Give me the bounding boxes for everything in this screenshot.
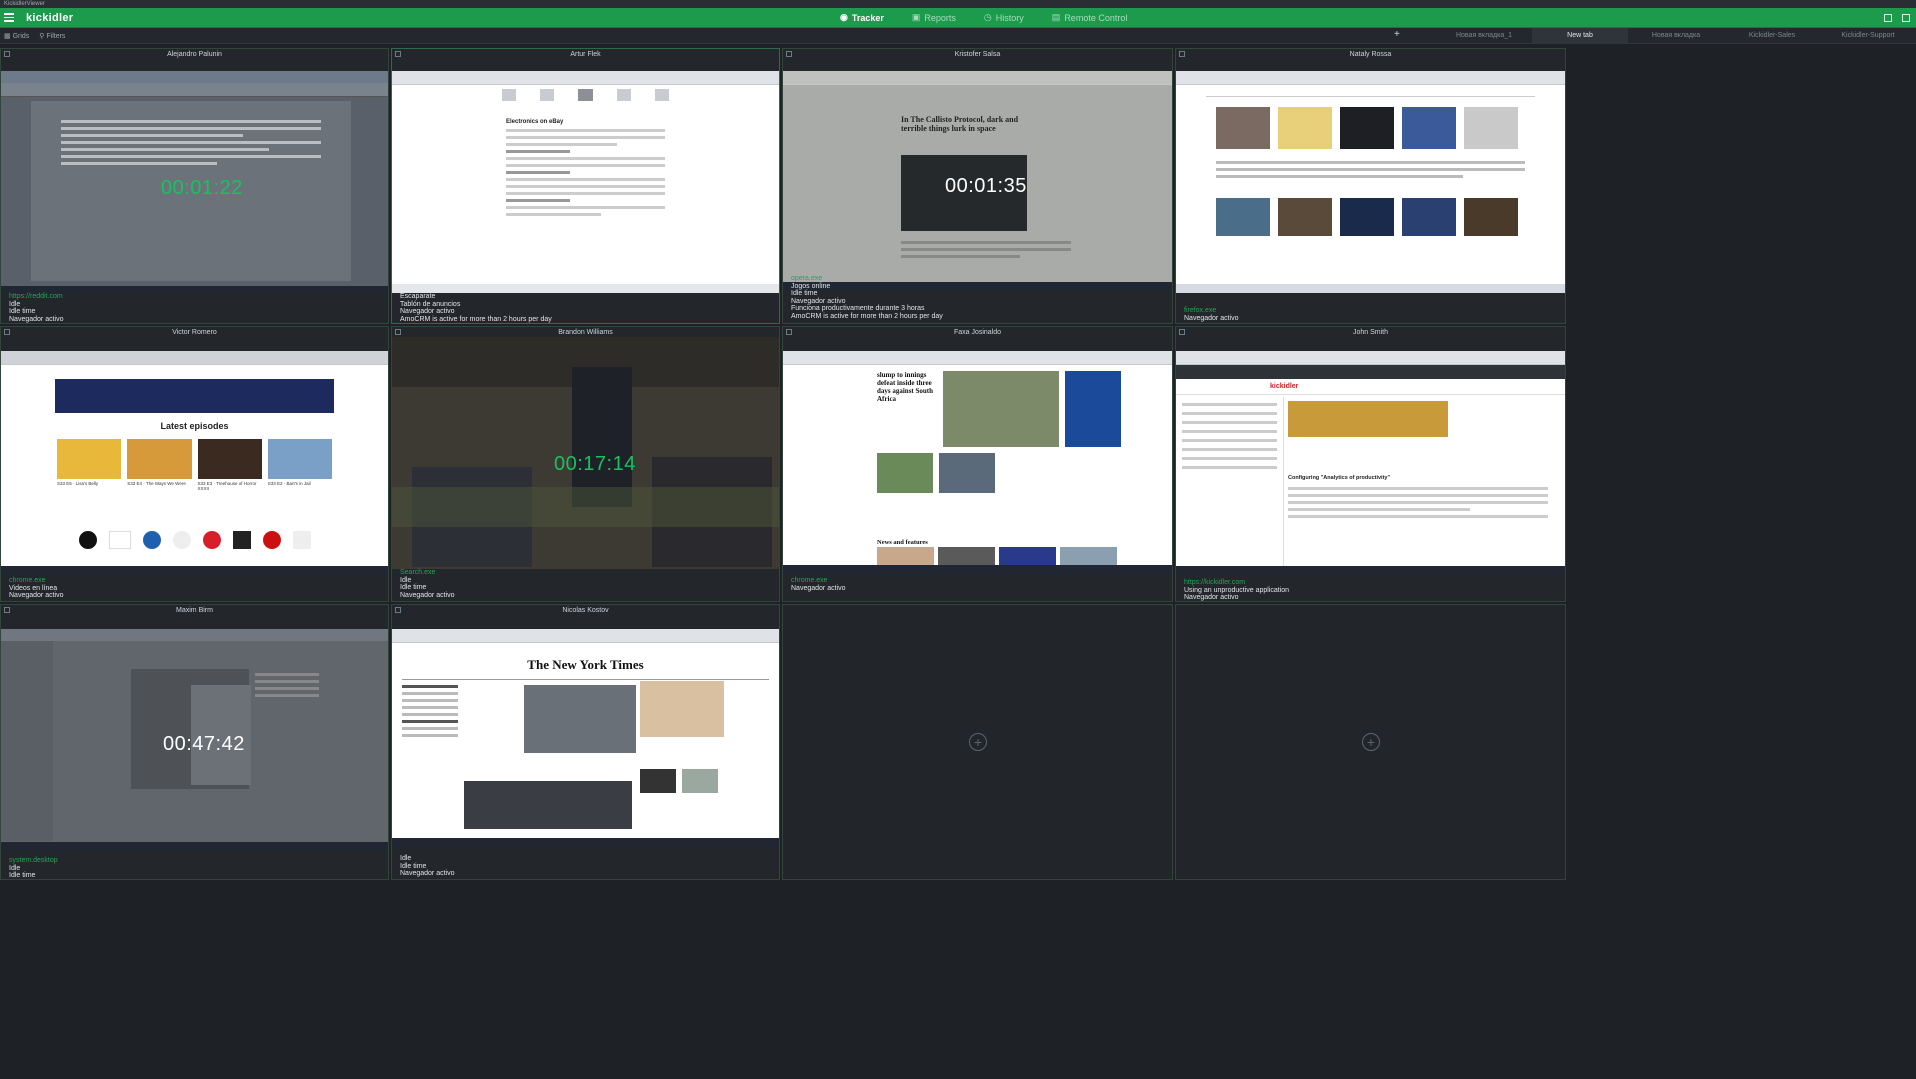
empty-tile[interactable]: + [1175,604,1566,880]
main-menu: ◉ Tracker ▣ Reports ◷ History ▤ Remote C… [840,12,1127,23]
menu-history[interactable]: ◷ History [984,12,1024,23]
screen-preview[interactable]: kickidler Configuring "Analytics of prod… [1176,351,1565,575]
monitor-icon [786,51,792,57]
screen-preview[interactable]: slump to innings defeat inside three day… [783,351,1172,575]
employee-tile[interactable]: Faxa Josinaldo slump to innings defeat i… [782,326,1173,602]
employee-tile[interactable]: John Smith kickidler Configuring "Analyt… [1175,326,1566,602]
menu-remote-control[interactable]: ▤ Remote Control [1052,12,1128,23]
empty-tile[interactable]: + [782,604,1173,880]
window-controls [1884,13,1910,22]
activity-info: system.desktop Idle Idle time [9,857,58,880]
monitor-icon [4,329,10,335]
employee-name: Artur Flek [392,49,779,60]
screen-preview[interactable]: The New York Times [392,629,779,847]
employee-tile[interactable]: Brandon Williams 00:17:14 Search.exe Idle… [391,326,780,602]
employee-name: Faxa Josinaldo [783,327,1172,338]
tab[interactable]: Kickidler-Sales [1724,28,1820,44]
employee-tile[interactable]: Artur Flek Electronics on eBay Escaparat… [391,48,780,324]
tab[interactable]: Новая вкладка_1 [1436,28,1532,44]
add-employee-icon[interactable]: + [1362,733,1380,751]
monitor-icon [395,329,401,335]
employee-grid: Alejandro Palunin 00:01:22 https://reddi… [0,48,1916,1079]
activity-info: Escaparate Tablón de anuncios Navegador ac… [400,293,552,323]
employee-tile[interactable]: Alejandro Palunin 00:01:22 https://reddi… [0,48,389,324]
add-employee-icon[interactable]: + [969,733,987,751]
monitor-icon [1179,51,1185,57]
employee-tile[interactable]: Kristofer Salsa In The Callisto Protocol… [782,48,1173,324]
latest-episodes-heading: Latest episodes [160,421,229,431]
minimize-icon[interactable] [1884,13,1892,22]
hamburger-menu-icon[interactable] [0,8,22,28]
employee-tile[interactable]: Nataly Rossa firefox.exe Navegador activo [1175,48,1566,324]
toolbar: ▦ Grids ⚲ Filters + Новая вкладка_1 New … [0,28,1916,44]
idle-timer: 00:47:42 [163,733,245,755]
monitor-icon [1179,329,1185,335]
employee-name: Maxim Birm [1,605,388,616]
article-headline: In The Callisto Protocol, dark and terri… [901,115,1019,133]
monitor-icon [4,607,10,613]
tab-active[interactable]: New tab [1532,28,1628,44]
screen-preview[interactable] [1176,71,1565,293]
monitor-icon [395,51,401,57]
add-tab-button[interactable]: + [1394,29,1400,40]
window-title: KickidlerViewer [0,0,1916,8]
filters-button[interactable]: ⚲ Filters [39,32,65,40]
cricket-headline: slump to innings defeat inside three day… [877,371,934,403]
app-logo: kickidler [26,11,74,24]
idle-timer: 00:17:14 [554,453,636,475]
activity-info: chrome.exe Navegador activo [791,577,846,592]
monitor-icon [395,607,401,613]
employee-name: John Smith [1176,327,1565,338]
activity-info: chrome.exe Videos en línea Navegador activ… [9,577,64,600]
tab-bar: Новая вкладка_1 New tab Новая вкладка Ki… [1436,28,1916,44]
tab[interactable]: Новая вкладка [1628,28,1724,44]
news-features-heading: News and features [877,539,928,546]
menu-reports[interactable]: ▣ Reports [912,12,956,23]
screen-preview[interactable]: Electronics on eBay [392,71,779,293]
idle-timer: 00:01:22 [161,177,243,199]
nyt-masthead: The New York Times [527,657,644,672]
idle-timer: 00:01:35 [945,175,1027,197]
tab[interactable]: Kickidler-Support [1820,28,1916,44]
top-bar: kickidler ◉ Tracker ▣ Reports ◷ History … [0,8,1916,28]
activity-info: https://reddit.com Idle Idle time Navegador… [9,293,64,323]
employee-tile[interactable]: Victor Romero Latest episodes S33 E5 · L… [0,326,389,602]
activity-info: firefox.exe Navegador activo [1184,307,1239,322]
monitor-icon [786,329,792,335]
employee-tile[interactable]: Maxim Birm 00:47:42 system.desktop Idle Id… [0,604,389,880]
maximize-icon[interactable] [1902,13,1910,22]
menu-tracker[interactable]: ◉ Tracker [840,12,884,23]
employee-name: Nataly Rossa [1176,49,1565,60]
kickidler-heading: Configuring "Analytics of productivity" [1288,475,1391,481]
employee-name: Alejandro Palunin [1,49,388,60]
grids-button[interactable]: ▦ Grids [4,32,29,40]
activity-info: https://kickidler.com Using an unproducti… [1184,579,1290,602]
article-heading: Electronics on eBay [506,119,564,125]
employee-name: Nicolas Kostov [392,605,779,616]
employee-name: Victor Romero [1,327,388,338]
monitor-icon [4,51,10,57]
activity-info: opera.exe Jogos online Idle time Navegador … [791,275,943,320]
screen-preview[interactable]: Latest episodes S33 E5 · Lisa's Belly S3… [1,351,388,575]
employee-name: Kristofer Salsa [783,49,1172,60]
employee-tile[interactable]: Nicolas Kostov The New York Times Idle Id… [391,604,780,880]
activity-info: Idle Idle time Navegador activo [400,855,455,878]
activity-info: Search.exe Idle Idle time Navegador activo [400,569,455,599]
